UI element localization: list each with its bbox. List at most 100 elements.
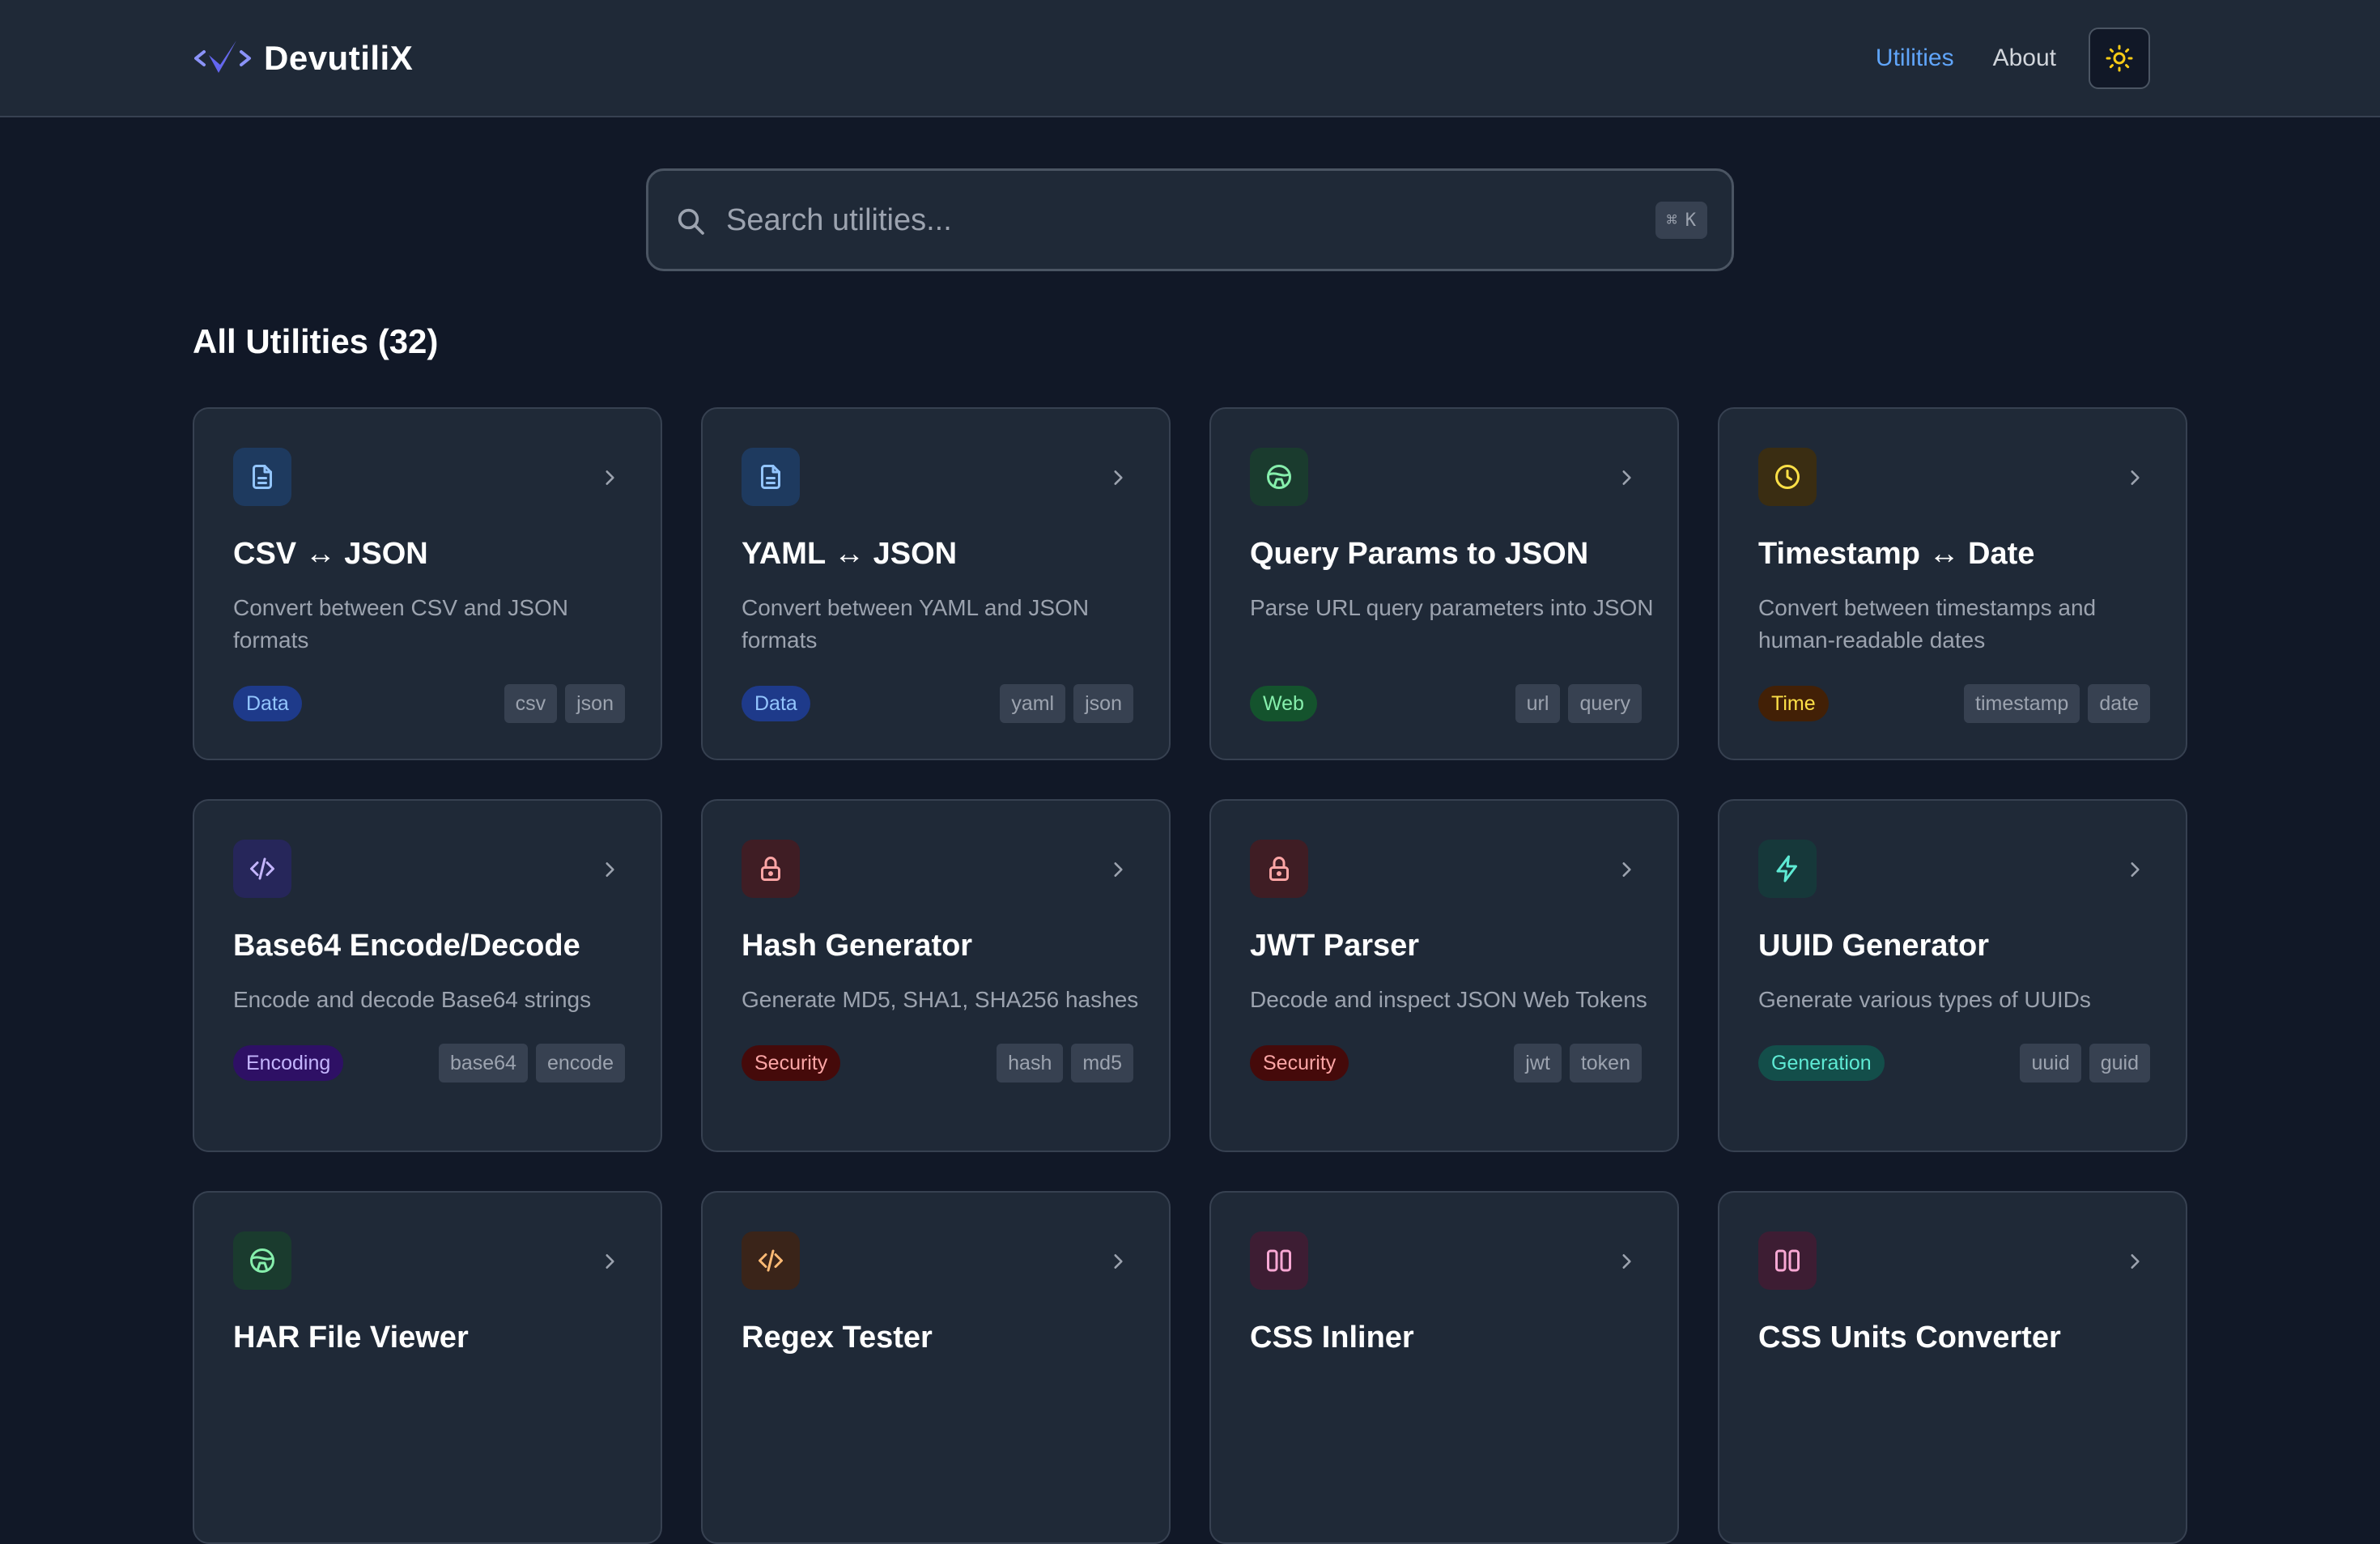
globe-icon bbox=[1267, 465, 1291, 489]
tag-list: base64 encode bbox=[438, 1044, 625, 1083]
tag[interactable]: encode bbox=[535, 1044, 625, 1083]
chevron-right-icon[interactable] bbox=[2124, 859, 2145, 880]
nav-about[interactable]: About bbox=[1993, 45, 2056, 72]
chevron-right-icon[interactable] bbox=[1616, 1251, 1637, 1272]
utility-card[interactable]: Regex Tester bbox=[701, 1191, 1171, 1544]
card-footer: Web url query bbox=[1250, 684, 1642, 723]
tag[interactable]: guid bbox=[2089, 1044, 2150, 1083]
tag-list: csv json bbox=[504, 684, 625, 723]
category-badge[interactable]: Security bbox=[1250, 1045, 1349, 1081]
utility-card[interactable]: CSV ↔ JSON Convert between CSV and JSON f… bbox=[193, 407, 662, 760]
tag[interactable]: csv bbox=[504, 684, 558, 723]
card-title: CSS Inliner bbox=[1250, 1321, 1414, 1355]
card-footer: Encoding base64 encode bbox=[233, 1044, 625, 1083]
tag[interactable]: token bbox=[1569, 1044, 1642, 1083]
columns-icon bbox=[1267, 1249, 1291, 1272]
chevron-right-icon[interactable] bbox=[599, 859, 620, 880]
chevron-right-icon[interactable] bbox=[1107, 859, 1128, 880]
card-footer: Security hash md5 bbox=[742, 1044, 1133, 1083]
category-badge[interactable]: Time bbox=[1758, 686, 1829, 721]
utility-card[interactable]: Base64 Encode/Decode Encode and decode Ba… bbox=[193, 799, 662, 1152]
utility-card[interactable]: YAML ↔ JSON Convert between YAML and JSON… bbox=[701, 407, 1171, 760]
tag[interactable]: jwt bbox=[1514, 1044, 1562, 1083]
card-title: Hash Generator bbox=[742, 929, 973, 963]
search-input[interactable] bbox=[726, 190, 1600, 250]
command-key-symbol: ⌘ bbox=[1666, 210, 1677, 231]
category-badge[interactable]: Encoding bbox=[233, 1045, 344, 1081]
utility-card[interactable]: HAR File Viewer bbox=[193, 1191, 662, 1544]
category-badge[interactable]: Data bbox=[742, 686, 810, 721]
search-icon bbox=[678, 208, 704, 235]
card-title: Query Params to JSON bbox=[1250, 537, 1589, 571]
card-footer: Generation uuid guid bbox=[1758, 1044, 2150, 1083]
search-bar[interactable]: ⌘ K bbox=[646, 168, 1734, 271]
header: DevutiliX Utilities About bbox=[0, 0, 2380, 117]
card-title: Regex Tester bbox=[742, 1321, 933, 1355]
card-title: CSS Units Converter bbox=[1758, 1321, 2061, 1355]
card-icon-box bbox=[1250, 448, 1308, 506]
utility-card[interactable]: Query Params to JSON Parse URL query para… bbox=[1209, 407, 1679, 760]
code-icon bbox=[250, 857, 274, 880]
card-icon-box bbox=[742, 448, 800, 506]
theme-toggle-button[interactable] bbox=[2089, 28, 2150, 89]
card-description: Parse URL query parameters into JSON bbox=[1250, 595, 1654, 620]
category-badge[interactable]: Data bbox=[233, 686, 302, 721]
utility-card[interactable]: CSS Units Converter bbox=[1718, 1191, 2187, 1544]
utility-card[interactable]: Timestamp ↔ Date Convert between timestam… bbox=[1718, 407, 2187, 760]
chevron-right-icon[interactable] bbox=[599, 1251, 620, 1272]
chevron-right-icon[interactable] bbox=[599, 467, 620, 488]
card-icon-box bbox=[1758, 840, 1817, 898]
shortcut-key: K bbox=[1685, 210, 1696, 231]
logo[interactable]: DevutiliX bbox=[194, 32, 413, 84]
lock-icon bbox=[1269, 857, 1289, 881]
tag[interactable]: query bbox=[1568, 684, 1642, 723]
chevron-right-icon[interactable] bbox=[1616, 859, 1637, 880]
card-title: YAML ↔ JSON bbox=[742, 537, 958, 571]
globe-icon bbox=[250, 1248, 274, 1273]
tag-list: url query bbox=[1515, 684, 1642, 723]
tag[interactable]: uuid bbox=[2020, 1044, 2081, 1083]
code-icon bbox=[759, 1249, 783, 1272]
chevron-right-icon[interactable] bbox=[2124, 1251, 2145, 1272]
document-icon bbox=[761, 465, 780, 489]
tag[interactable]: json bbox=[565, 684, 625, 723]
tag[interactable]: date bbox=[2088, 684, 2150, 723]
card-icon-box bbox=[1250, 840, 1308, 898]
lightning-icon bbox=[1776, 855, 1797, 883]
tag[interactable]: json bbox=[1073, 684, 1133, 723]
tag[interactable]: md5 bbox=[1071, 1044, 1133, 1083]
card-footer: Security jwt token bbox=[1250, 1044, 1642, 1083]
card-description: Convert between timestamps and human-rea… bbox=[1758, 595, 2097, 653]
card-title: CSV ↔ JSON bbox=[233, 537, 428, 571]
tag[interactable]: base64 bbox=[438, 1044, 528, 1083]
card-description: Generate MD5, SHA1, SHA256 hashes bbox=[742, 987, 1139, 1012]
chevron-right-icon[interactable] bbox=[1107, 467, 1128, 488]
category-badge[interactable]: Generation bbox=[1758, 1045, 1885, 1081]
utility-card[interactable]: UUID Generator Generate various types of … bbox=[1718, 799, 2187, 1152]
card-footer: Time timestamp date bbox=[1758, 684, 2150, 723]
nav-utilities[interactable]: Utilities bbox=[1876, 45, 1954, 72]
utility-card[interactable]: CSS Inliner bbox=[1209, 1191, 1679, 1544]
card-icon-box bbox=[742, 840, 800, 898]
category-badge[interactable]: Security bbox=[742, 1045, 841, 1081]
chevron-right-icon[interactable] bbox=[1107, 1251, 1128, 1272]
category-badge[interactable]: Web bbox=[1250, 686, 1317, 721]
tag-list: timestamp date bbox=[1964, 684, 2150, 723]
tag[interactable]: timestamp bbox=[1964, 684, 2080, 723]
tag[interactable]: yaml bbox=[1000, 684, 1066, 723]
card-title: JWT Parser bbox=[1250, 929, 1420, 963]
chevron-right-icon[interactable] bbox=[2124, 467, 2145, 488]
utility-card[interactable]: Hash Generator Generate MD5, SHA1, SHA256… bbox=[701, 799, 1171, 1152]
keyboard-shortcut-badge: ⌘ K bbox=[1655, 202, 1707, 239]
tag-list: yaml json bbox=[1000, 684, 1133, 723]
card-icon-box bbox=[233, 1231, 291, 1290]
card-icon-box bbox=[1758, 1231, 1817, 1290]
utility-card[interactable]: JWT Parser Decode and inspect JSON Web To… bbox=[1209, 799, 1679, 1152]
card-title: Base64 Encode/Decode bbox=[233, 929, 580, 963]
tag[interactable]: url bbox=[1515, 684, 1561, 723]
tag[interactable]: hash bbox=[997, 1044, 1064, 1083]
card-icon-box bbox=[1758, 448, 1817, 506]
card-icon-box bbox=[233, 448, 291, 506]
chevron-right-icon[interactable] bbox=[1616, 467, 1637, 488]
logo-icon bbox=[194, 40, 251, 73]
